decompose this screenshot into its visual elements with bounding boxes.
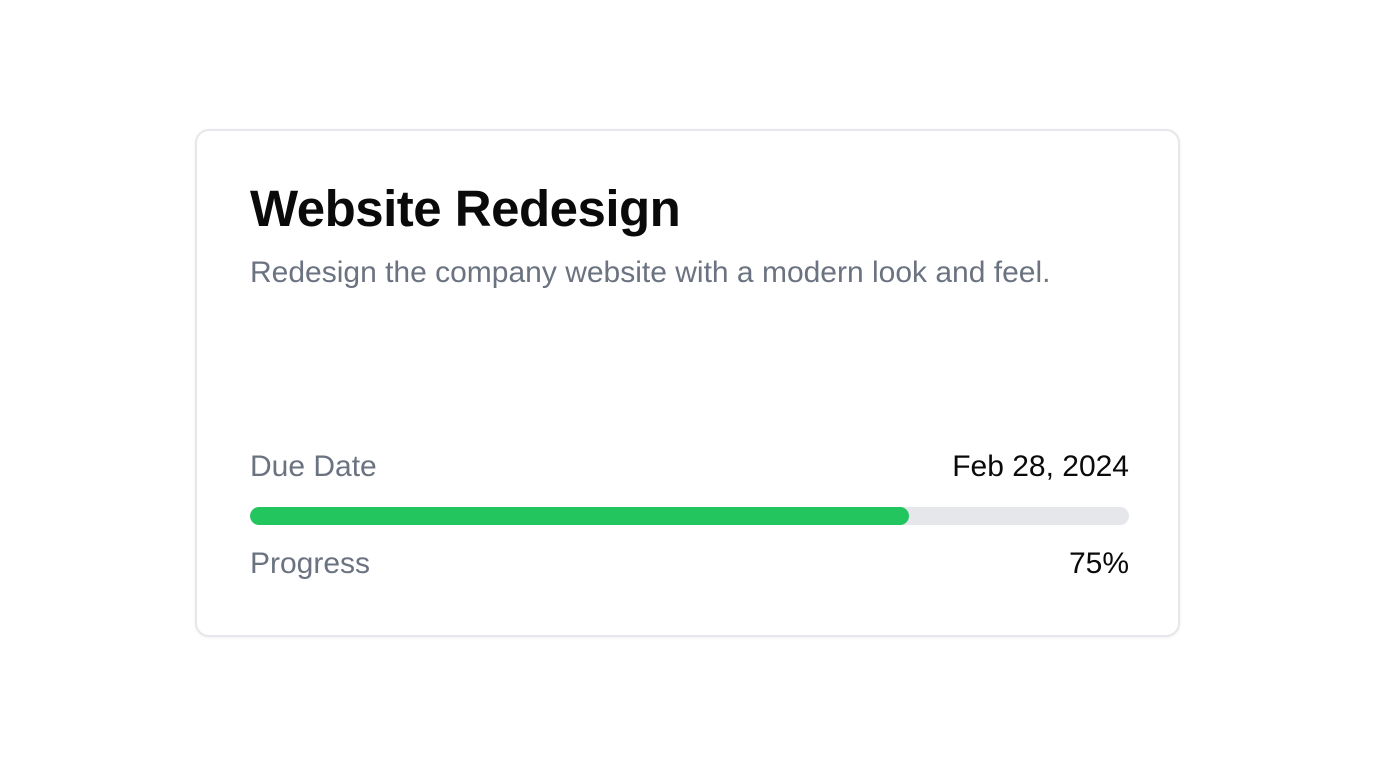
progress-bar-fill	[250, 507, 910, 525]
progress-row: Progress 75%	[250, 546, 1129, 582]
project-title: Website Redesign	[250, 180, 681, 237]
due-date-value: Feb 28, 2024	[952, 450, 1129, 483]
project-description: Redesign the company website with a mode…	[250, 256, 1051, 289]
progress-bar	[250, 507, 1129, 525]
due-date-label: Due Date	[250, 450, 377, 483]
progress-value: 75%	[1068, 547, 1129, 580]
due-date-row: Due Date Feb 28, 2024	[250, 449, 1129, 485]
project-card: Website Redesign Redesign the company we…	[195, 129, 1180, 637]
progress-label: Progress	[250, 547, 371, 580]
